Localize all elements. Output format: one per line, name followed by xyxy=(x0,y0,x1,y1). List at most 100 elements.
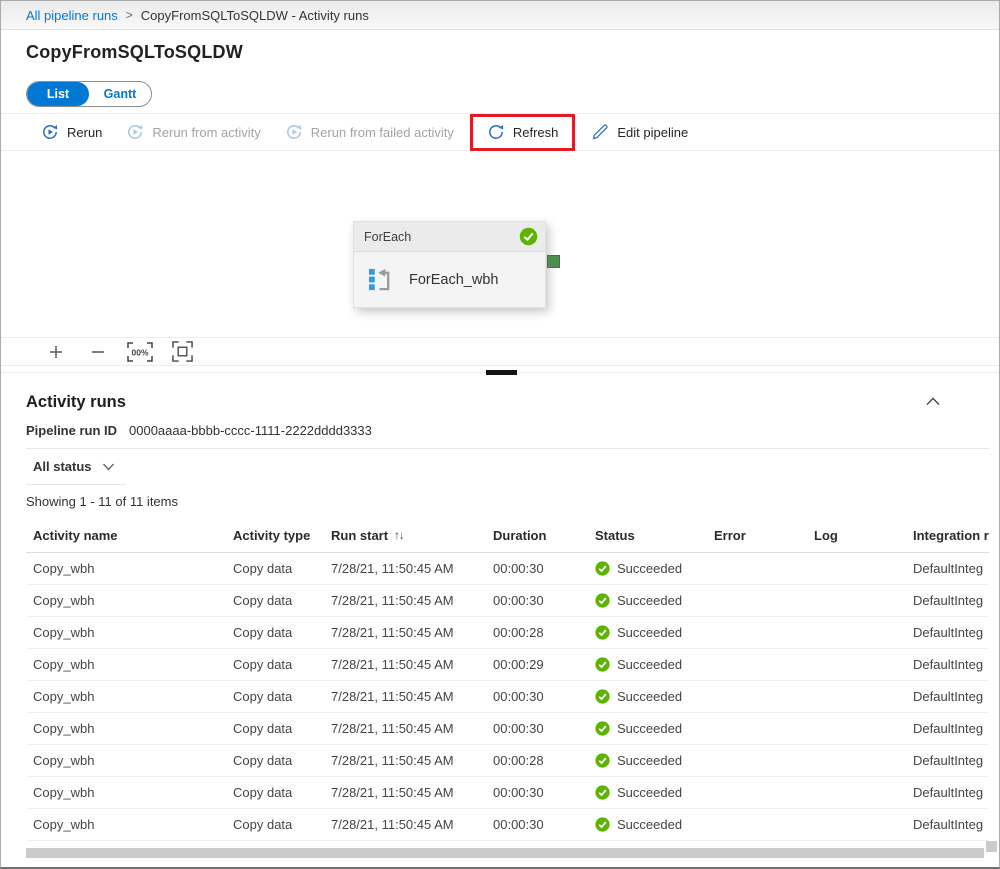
view-toggle: List Gantt xyxy=(26,81,152,107)
integration-runtime-cell: DefaultInteg xyxy=(913,625,989,640)
zoom-fit-button[interactable] xyxy=(167,340,197,364)
status-cell: Succeeded xyxy=(595,561,714,576)
succeeded-status-icon xyxy=(595,689,610,704)
column-error[interactable]: Error xyxy=(714,528,814,543)
run-start-cell: 7/28/21, 11:50:45 AM xyxy=(331,561,493,576)
rerun-button[interactable]: Rerun xyxy=(29,117,114,147)
list-view-button[interactable]: List xyxy=(27,82,89,106)
svg-text:00%: 00% xyxy=(131,347,148,357)
breadcrumb-current: CopyFromSQLToSQLDW - Activity runs xyxy=(141,8,369,23)
integration-runtime-cell: DefaultInteg xyxy=(913,721,989,736)
refresh-label: Refresh xyxy=(513,125,559,140)
edit-pipeline-label: Edit pipeline xyxy=(617,125,688,140)
zoom-fit-icon xyxy=(172,341,193,362)
table-row[interactable]: Copy_wbh Copy data 7/28/21, 11:50:45 AM … xyxy=(26,649,989,681)
pipeline-run-id-value: 0000aaaa-bbbb-cccc-1111-2222dddd3333 xyxy=(129,423,372,438)
status-text: Succeeded xyxy=(617,753,682,768)
rerun-label: Rerun xyxy=(67,125,102,140)
activity-runs-section: Activity runs Pipeline run ID 0000aaaa-b… xyxy=(1,389,999,841)
integration-runtime-cell: DefaultInteg xyxy=(913,657,989,672)
command-toolbar: Rerun Rerun from activity Rerun from fai… xyxy=(1,113,999,151)
foreach-node-name: ForEach_wbh xyxy=(409,272,498,288)
column-status[interactable]: Status xyxy=(595,528,714,543)
zoom-100-button[interactable]: 00% xyxy=(125,340,155,364)
chevron-down-icon xyxy=(101,461,116,472)
table-row[interactable]: Copy_wbh Copy data 7/28/21, 11:50:45 AM … xyxy=(26,809,989,841)
table-row[interactable]: Copy_wbh Copy data 7/28/21, 11:50:45 AM … xyxy=(26,553,989,585)
activity-type-cell: Copy data xyxy=(233,817,331,832)
activity-name-cell: Copy_wbh xyxy=(33,561,233,576)
run-start-cell: 7/28/21, 11:50:45 AM xyxy=(331,625,493,640)
activity-table-body: Copy_wbh Copy data 7/28/21, 11:50:45 AM … xyxy=(26,553,989,841)
activity-name-cell: Copy_wbh xyxy=(33,689,233,704)
pipeline-run-id-row: Pipeline run ID 0000aaaa-bbbb-cccc-1111-… xyxy=(26,421,989,439)
table-row[interactable]: Copy_wbh Copy data 7/28/21, 11:50:45 AM … xyxy=(26,713,989,745)
duration-cell: 00:00:30 xyxy=(493,689,595,704)
integration-runtime-cell: DefaultInteg xyxy=(913,817,989,832)
breadcrumb: All pipeline runs > CopyFromSQLToSQLDW -… xyxy=(1,1,999,30)
run-start-cell: 7/28/21, 11:50:45 AM xyxy=(331,657,493,672)
table-row[interactable]: Copy_wbh Copy data 7/28/21, 11:50:45 AM … xyxy=(26,617,989,649)
plus-icon xyxy=(48,344,64,360)
status-cell: Succeeded xyxy=(595,625,714,640)
column-run-start[interactable]: Run start ↑↓ xyxy=(331,528,493,543)
all-status-label: All status xyxy=(33,459,92,474)
column-log[interactable]: Log xyxy=(814,528,913,543)
succeeded-status-icon xyxy=(595,753,610,768)
rerun-from-failed-activity-label: Rerun from failed activity xyxy=(311,125,454,140)
sort-icon: ↑↓ xyxy=(394,530,404,542)
table-row[interactable]: Copy_wbh Copy data 7/28/21, 11:50:45 AM … xyxy=(26,681,989,713)
collapse-section-button[interactable] xyxy=(922,393,944,412)
status-text: Succeeded xyxy=(617,785,682,800)
edit-pencil-icon xyxy=(591,123,609,141)
zoom-out-button[interactable] xyxy=(83,340,113,364)
divider xyxy=(26,448,989,449)
horizontal-scrollbar-thumb[interactable] xyxy=(26,848,984,858)
refresh-highlight-box: Refresh xyxy=(470,114,576,151)
activity-type-cell: Copy data xyxy=(233,753,331,768)
table-row[interactable]: Copy_wbh Copy data 7/28/21, 11:50:45 AM … xyxy=(26,777,989,809)
column-activity-type[interactable]: Activity type xyxy=(233,528,331,543)
column-integration-runtime[interactable]: Integration ru xyxy=(913,528,989,543)
zoom-100-icon: 00% xyxy=(127,342,153,362)
column-activity-name[interactable]: Activity name xyxy=(33,528,233,543)
pane-splitter[interactable] xyxy=(1,372,999,373)
rerun-icon xyxy=(41,123,59,141)
breadcrumb-link-all-pipeline-runs[interactable]: All pipeline runs xyxy=(26,8,118,23)
zoom-in-button[interactable] xyxy=(41,340,71,364)
run-start-cell: 7/28/21, 11:50:45 AM xyxy=(331,817,493,832)
activity-type-cell: Copy data xyxy=(233,721,331,736)
refresh-button[interactable]: Refresh xyxy=(475,117,571,147)
succeeded-status-icon xyxy=(595,657,610,672)
node-output-connector[interactable] xyxy=(547,255,560,268)
table-row[interactable]: Copy_wbh Copy data 7/28/21, 11:50:45 AM … xyxy=(26,585,989,617)
status-cell: Succeeded xyxy=(595,657,714,672)
gantt-view-button[interactable]: Gantt xyxy=(89,82,151,106)
activity-type-cell: Copy data xyxy=(233,593,331,608)
foreach-node-type-label: ForEach xyxy=(364,230,411,244)
activity-name-cell: Copy_wbh xyxy=(33,721,233,736)
status-text: Succeeded xyxy=(617,657,682,672)
run-start-cell: 7/28/21, 11:50:45 AM xyxy=(331,689,493,704)
foreach-activity-node[interactable]: ForEach ForEach_wbh xyxy=(353,221,546,308)
rerun-from-failed-activity-button[interactable]: Rerun from failed activity xyxy=(273,117,466,147)
integration-runtime-cell: DefaultInteg xyxy=(913,689,989,704)
table-header: Activity name Activity type Run start ↑↓… xyxy=(26,519,989,553)
status-cell: Succeeded xyxy=(595,753,714,768)
edit-pipeline-button[interactable]: Edit pipeline xyxy=(579,117,700,147)
table-row[interactable]: Copy_wbh Copy data 7/28/21, 11:50:45 AM … xyxy=(26,745,989,777)
duration-cell: 00:00:28 xyxy=(493,753,595,768)
rerun-from-activity-button[interactable]: Rerun from activity xyxy=(114,117,272,147)
all-status-dropdown[interactable]: All status xyxy=(26,449,126,485)
column-duration[interactable]: Duration xyxy=(493,528,595,543)
activity-name-cell: Copy_wbh xyxy=(33,817,233,832)
splitter-handle[interactable] xyxy=(486,370,517,375)
status-text: Succeeded xyxy=(617,817,682,832)
succeeded-status-icon xyxy=(595,625,610,640)
activity-name-cell: Copy_wbh xyxy=(33,593,233,608)
status-text: Succeeded xyxy=(617,625,682,640)
status-cell: Succeeded xyxy=(595,785,714,800)
activity-type-cell: Copy data xyxy=(233,561,331,576)
integration-runtime-cell: DefaultInteg xyxy=(913,785,989,800)
foreach-node-header: ForEach xyxy=(354,222,545,252)
